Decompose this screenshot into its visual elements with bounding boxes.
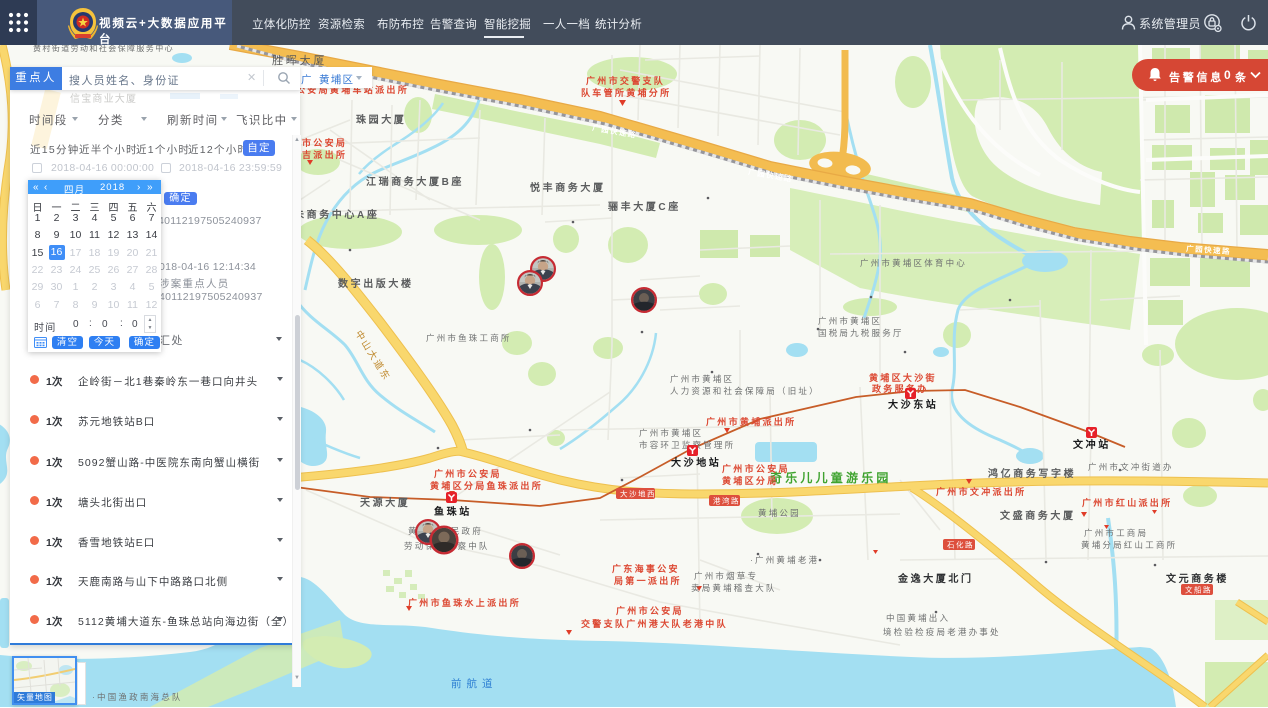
svg-text:黄埔区分局鱼珠派出所: 黄埔区分局鱼珠派出所 — [430, 480, 543, 491]
svg-text:交警支队广州港大队老港中队: 交警支队广州港大队老港中队 — [581, 618, 728, 629]
svg-text:广州市黄埔区体育中心: 广州市黄埔区体育中心 — [860, 258, 967, 268]
svg-text:广州市黄埔区: 广州市黄埔区 — [639, 428, 703, 438]
svg-text:胜晖大厦: 胜晖大厦 — [272, 53, 327, 67]
svg-text:鱼珠站: 鱼珠站 — [434, 505, 472, 518]
svg-text:文元商务楼: 文元商务楼 — [1166, 572, 1229, 585]
svg-text:广州市交警支队: 广州市交警支队 — [586, 75, 665, 86]
svg-text:广州市黄埔区: 广州市黄埔区 — [670, 374, 734, 384]
svg-text:广州市烟草专: 广州市烟草专 — [694, 571, 758, 581]
svg-text:队车管所黄埔分所: 队车管所黄埔分所 — [581, 87, 671, 98]
svg-text:港湾路: 港湾路 — [713, 496, 740, 506]
svg-text:市公安局: 市公安局 — [302, 137, 347, 148]
svg-text:黄埔区大沙街: 黄埔区大沙街 — [869, 372, 937, 383]
svg-text:黄埔分局红山工商所: 黄埔分局红山工商所 — [1081, 540, 1177, 550]
svg-text:·中国渔政南海总队: ·中国渔政南海总队 — [92, 692, 183, 702]
svg-text:广州市公安局: 广州市公安局 — [434, 468, 502, 479]
svg-text:人力资源和社会保障局（旧址）: 人力资源和社会保障局（旧址） — [670, 386, 820, 396]
svg-text:珠园大厦: 珠园大厦 — [356, 113, 406, 126]
svg-text:鸿亿商务写字楼: 鸿亿商务写字楼 — [988, 467, 1076, 480]
svg-text:前航道: 前航道 — [451, 677, 498, 690]
svg-text:广州市鱼珠工商所: 广州市鱼珠工商所 — [426, 333, 512, 343]
svg-text:骊丰大厦C座: 骊丰大厦C座 — [608, 200, 681, 213]
svg-text:境检验检疫局老港办事处: 境检验检疫局老港办事处 — [883, 627, 1001, 637]
svg-text:文船路: 文船路 — [1185, 585, 1212, 595]
svg-text:大沙地西: 大沙地西 — [620, 489, 656, 499]
svg-text:广州市公安局: 广州市公安局 — [722, 463, 790, 474]
svg-text:大沙东站: 大沙东站 — [888, 398, 938, 411]
svg-text:广州市黄埔派出所: 广州市黄埔派出所 — [706, 416, 796, 427]
svg-text:石化路: 石化路 — [947, 540, 974, 550]
svg-text:广州市红山派出所: 广州市红山派出所 — [1082, 497, 1172, 508]
svg-text:金逸大厦北门: 金逸大厦北门 — [897, 572, 974, 585]
svg-text:广州市黄埔区: 广州市黄埔区 — [818, 316, 882, 326]
svg-text:悦丰商务大厦: 悦丰商务大厦 — [530, 181, 606, 194]
svg-text:文冲站: 文冲站 — [1073, 438, 1111, 451]
svg-text:江瑞商务大厦B座: 江瑞商务大厦B座 — [366, 175, 464, 188]
svg-text:局第一派出所: 局第一派出所 — [614, 575, 682, 586]
svg-text:数字出版大楼: 数字出版大楼 — [338, 277, 414, 290]
svg-text:大沙地站: 大沙地站 — [671, 456, 721, 469]
svg-text:广州市鱼珠水上派出所: 广州市鱼珠水上派出所 — [408, 597, 521, 608]
svg-text:黄埔公园: 黄埔公园 — [758, 508, 801, 518]
svg-text:吉派出所: 吉派出所 — [302, 149, 347, 160]
svg-text:天源大厦: 天源大厦 — [360, 496, 410, 509]
svg-text:广州市公安局: 广州市公安局 — [616, 605, 684, 616]
svg-text:·广州黄埔老港: ·广州黄埔老港 — [750, 555, 819, 565]
svg-text:广州市文冲派出所: 广州市文冲派出所 — [936, 486, 1026, 497]
svg-text:广州市文冲街道办: 广州市文冲街道办 — [1088, 462, 1174, 472]
svg-text:国税局九税服务厅: 国税局九税服务厅 — [818, 328, 904, 338]
svg-text:政务服务办: 政务服务办 — [872, 383, 929, 394]
svg-text:广东海事公安: 广东海事公安 — [612, 563, 680, 574]
svg-text:文盛商务大厦: 文盛商务大厦 — [1000, 509, 1076, 522]
svg-text:朱商务中心A座: 朱商务中心A座 — [294, 208, 379, 221]
svg-text:卖局黄埔稽查大队: 卖局黄埔稽查大队 — [691, 583, 777, 593]
svg-text:中国黄埔出入: 中国黄埔出入 — [886, 613, 950, 623]
svg-text:广州市工商局: 广州市工商局 — [1084, 528, 1148, 538]
svg-text:黄埔区分局: 黄埔区分局 — [722, 475, 779, 486]
